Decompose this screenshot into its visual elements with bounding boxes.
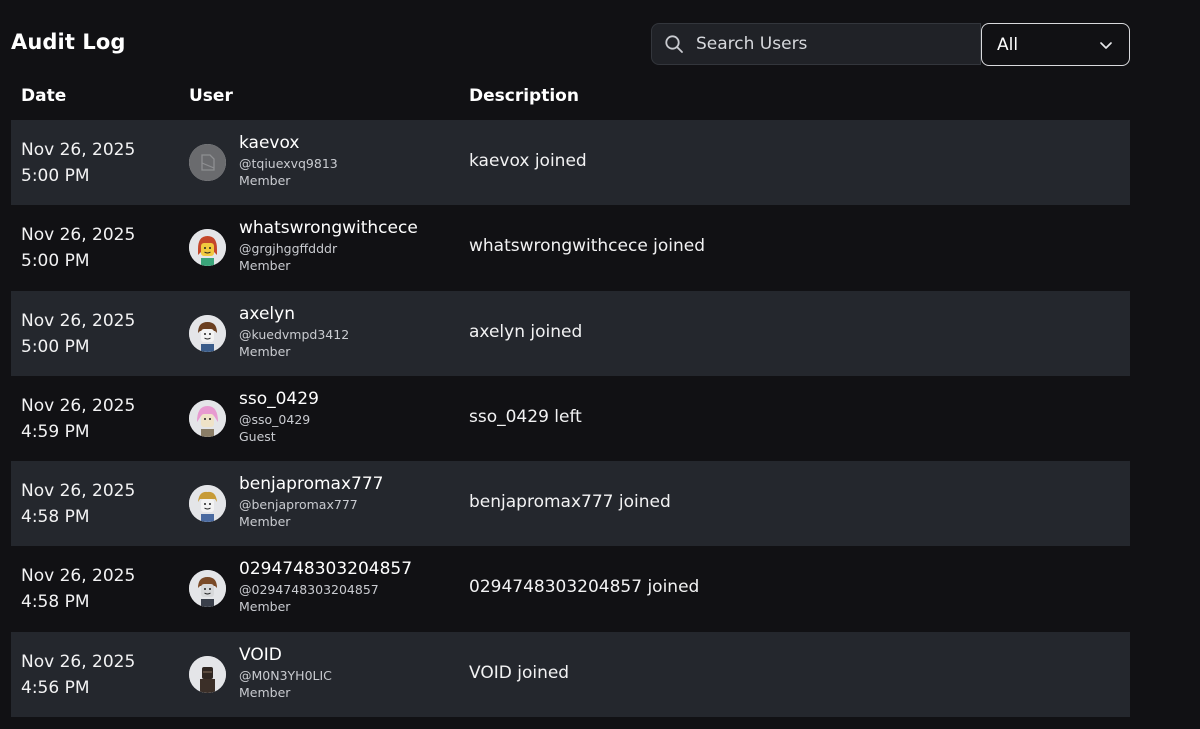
user-role: Member — [239, 599, 291, 615]
description-cell: benjapromax777 joined — [469, 492, 671, 513]
table-row: Nov 26, 2025 5:00 PM kaevox @tqiuexvq981… — [11, 120, 1130, 206]
time-text: 4:59 PM — [21, 421, 90, 442]
description-cell: axelyn joined — [469, 321, 583, 342]
description-cell: 0294748303204857 joined — [469, 577, 700, 598]
user-cell: kaevox @tqiuexvq9813 Member — [239, 132, 338, 189]
user-handle: @tqiuexvq9813 — [239, 156, 338, 171]
table-row: Nov 26, 2025 5:00 PM whatswrongwithcece … — [11, 205, 1130, 290]
table-row: Nov 26, 2025 5:00 PM axelyn @kuedvmpd341… — [11, 290, 1130, 376]
date-cell: Nov 26, 2025 4:56 PM — [21, 649, 135, 701]
user-display-name[interactable]: VOID — [239, 644, 332, 666]
avatar-dark-figure[interactable] — [189, 655, 226, 693]
user-display-name[interactable]: sso_0429 — [239, 388, 319, 410]
filter-dropdown[interactable]: All — [981, 23, 1130, 66]
date-cell: Nov 26, 2025 4:58 PM — [21, 478, 135, 530]
date-cell: Nov 26, 2025 5:00 PM — [21, 137, 135, 189]
avatar-red-hair[interactable] — [189, 229, 226, 267]
user-display-name[interactable]: kaevox — [239, 132, 338, 154]
user-cell: 0294748303204857 @0294748303204857 Membe… — [239, 558, 412, 615]
description-cell: VOID joined — [469, 662, 570, 683]
time-text: 4:58 PM — [21, 507, 90, 528]
date-cell: Nov 26, 2025 5:00 PM — [21, 308, 135, 360]
user-cell: benjapromax777 @benjapromax777 Member — [239, 473, 383, 530]
page-title: Audit Log — [11, 30, 126, 54]
user-role: Member — [239, 684, 291, 700]
date-text: Nov 26, 2025 — [21, 395, 136, 416]
avatar-placeholder[interactable] — [189, 144, 226, 181]
date-text: Nov 26, 2025 — [21, 140, 136, 160]
user-display-name[interactable]: axelyn — [239, 303, 349, 325]
date-text: Nov 26, 2025 — [21, 481, 136, 502]
time-text: 5:00 PM — [21, 251, 90, 272]
user-display-name[interactable]: 0294748303204857 — [239, 558, 412, 580]
user-display-name[interactable]: whatswrongwithcece — [239, 217, 418, 239]
date-text: Nov 26, 2025 — [21, 225, 136, 246]
search-box[interactable] — [651, 23, 981, 65]
time-text: 4:56 PM — [21, 677, 90, 698]
user-handle: @grgjhggffdddr — [239, 241, 338, 257]
audit-log-table: Nov 26, 2025 5:00 PM kaevox @tqiuexvq981… — [11, 120, 1130, 718]
user-cell: axelyn @kuedvmpd3412 Member — [239, 303, 349, 360]
description-cell: sso_0429 left — [469, 406, 582, 427]
user-handle: @M0N3YH0LIC — [239, 667, 332, 683]
date-cell: Nov 26, 2025 4:59 PM — [21, 393, 135, 445]
description-cell: whatswrongwithcece joined — [469, 236, 706, 257]
table-row: Nov 26, 2025 4:58 PM 0294748303204857 @0… — [11, 546, 1130, 631]
user-handle: @0294748303204857 — [239, 582, 379, 598]
avatar-brown-hair[interactable] — [189, 314, 226, 352]
user-cell: VOID @M0N3YH0LIC Member — [239, 644, 332, 701]
filter-selected-value: All — [997, 34, 1019, 55]
description-cell: kaevox joined — [469, 151, 587, 171]
date-cell: Nov 26, 2025 5:00 PM — [21, 222, 135, 274]
user-role: Member — [239, 514, 291, 530]
user-role: Member — [239, 258, 291, 274]
date-cell: Nov 26, 2025 4:58 PM — [21, 563, 135, 615]
time-text: 5:00 PM — [21, 166, 90, 186]
chevron-down-icon — [1099, 38, 1113, 52]
user-cell: whatswrongwithcece @grgjhggffdddr Member — [239, 217, 418, 274]
time-text: 4:58 PM — [21, 592, 90, 613]
table-row: Nov 26, 2025 4:59 PM sso_0429 @sso_0429 … — [11, 376, 1130, 461]
column-header-description[interactable]: Description — [469, 86, 579, 106]
date-text: Nov 26, 2025 — [21, 566, 136, 587]
user-role: Member — [239, 343, 291, 359]
column-header-date[interactable]: Date — [21, 86, 66, 106]
search-input[interactable] — [696, 24, 980, 64]
user-role: Guest — [239, 428, 276, 444]
user-cell: sso_0429 @sso_0429 Guest — [239, 388, 319, 445]
avatar-brown-hair-grey[interactable] — [189, 570, 226, 608]
search-icon — [664, 34, 684, 54]
column-header-user[interactable]: User — [189, 86, 233, 106]
user-display-name[interactable]: benjapromax777 — [239, 473, 383, 495]
user-handle: @kuedvmpd3412 — [239, 326, 350, 342]
user-handle: @sso_0429 — [239, 411, 311, 427]
date-text: Nov 26, 2025 — [21, 310, 136, 331]
user-role: Member — [239, 173, 291, 188]
table-row: Nov 26, 2025 4:58 PM benjapromax777 @ben… — [11, 461, 1130, 547]
avatar-blonde-hair[interactable] — [189, 485, 226, 523]
date-text: Nov 26, 2025 — [21, 651, 136, 672]
table-row: Nov 26, 2025 4:56 PM VOID @M0N3YH0LIC Me… — [11, 631, 1130, 718]
avatar-pink-hair[interactable] — [189, 399, 226, 437]
audit-log-page: Audit Log All Date User Description Nov … — [0, 0, 1200, 729]
time-text: 5:00 PM — [21, 336, 90, 357]
user-handle: @benjapromax777 — [239, 497, 358, 513]
